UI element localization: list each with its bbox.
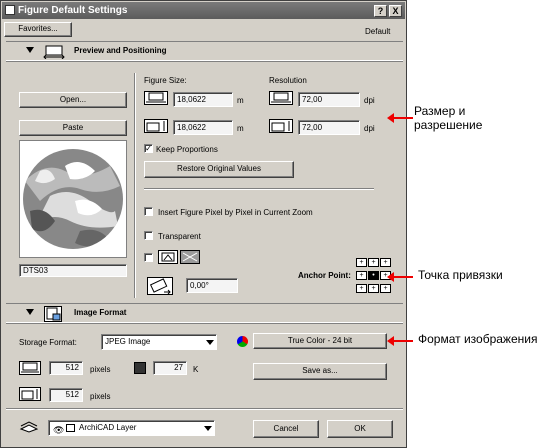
ok-button[interactable]: OK xyxy=(327,420,393,438)
width-unit: m xyxy=(237,96,244,105)
collapse-triangle-icon[interactable] xyxy=(26,47,34,53)
anchor-point-label: Anchor Point: xyxy=(298,271,351,280)
disk-icon xyxy=(134,362,146,374)
anchor-top-right[interactable]: + xyxy=(380,258,391,267)
preview-positioning-icon xyxy=(43,45,65,60)
figure-settings-dialog: Figure Default Settings ? X Favorites...… xyxy=(0,0,407,448)
h-resolution-icon xyxy=(269,91,293,105)
file-size-unit: K xyxy=(193,365,199,374)
anchor-bottom-right[interactable]: + xyxy=(380,284,391,293)
image-format-section-header[interactable]: Image Format xyxy=(6,303,403,323)
anchor-point-grid[interactable]: + + + + • + + + + xyxy=(356,258,391,296)
paste-button[interactable]: Paste xyxy=(19,120,127,136)
file-size-field: 27 xyxy=(153,361,187,375)
close-button[interactable]: X xyxy=(389,5,402,17)
height-icon xyxy=(144,119,168,133)
anchor-center[interactable]: • xyxy=(368,271,379,280)
v-resolution-unit: dpi xyxy=(364,124,375,133)
pixel-height-unit: pixels xyxy=(90,392,111,401)
transparent-checkbox[interactable] xyxy=(144,231,153,240)
preview-section-header[interactable]: Preview and Positioning xyxy=(6,41,403,61)
filename-field: DTS03 xyxy=(19,264,127,277)
storage-format-select[interactable]: JPEG Image xyxy=(101,334,217,350)
default-label: Default xyxy=(365,27,391,36)
figure-size-label: Figure Size: xyxy=(144,76,187,85)
layer-value: ArchiCAD Layer xyxy=(79,423,137,432)
anchor-middle-left[interactable]: + xyxy=(356,271,367,280)
preview-section-title: Preview and Positioning xyxy=(74,46,167,55)
transparent-label: Transparent xyxy=(158,232,201,241)
v-resolution-icon xyxy=(269,119,293,133)
app-icon xyxy=(5,5,15,15)
pixel-width-field: 512 xyxy=(49,361,83,375)
pixel-height-icon xyxy=(19,387,41,401)
pixel-height-field: 512 xyxy=(49,388,83,402)
title-bar: Figure Default Settings ? X xyxy=(2,2,405,19)
resolution-label: Resolution xyxy=(269,76,307,85)
anchor-bottom-center[interactable]: + xyxy=(368,284,379,293)
keep-proportions-checkbox[interactable]: ✓ xyxy=(144,144,153,153)
image-preview xyxy=(19,140,127,258)
storage-format-label: Storage Format: xyxy=(19,338,77,347)
h-resolution-unit: dpi xyxy=(364,96,375,105)
column-divider xyxy=(134,73,136,298)
anchor-top-left[interactable]: + xyxy=(356,258,367,267)
image-format-arrow xyxy=(387,336,413,346)
help-button[interactable]: ? xyxy=(374,5,387,17)
insert-pixel-label: Insert Figure Pixel by Pixel in Current … xyxy=(158,208,313,217)
window-title: Figure Default Settings xyxy=(18,5,128,16)
size-resolution-arrow xyxy=(387,113,413,123)
layer-stack-icon xyxy=(19,421,39,433)
pixel-width-icon xyxy=(19,361,41,375)
open-button[interactable]: Open... xyxy=(19,92,127,108)
image-format-icon xyxy=(44,306,62,322)
mirror-checkbox[interactable] xyxy=(144,253,153,262)
eye-icon: 👁 xyxy=(53,425,65,435)
height-unit: m xyxy=(237,124,244,133)
rotation-angle-icon xyxy=(147,277,173,295)
image-format-annotation: Формат изображения xyxy=(418,332,538,346)
anchor-bottom-left[interactable]: + xyxy=(356,284,367,293)
layer-select[interactable]: 👁 ArchiCAD Layer xyxy=(48,420,215,436)
figure-height-input[interactable]: 18,0622 xyxy=(173,120,233,135)
keep-proportions-label: Keep Proportions xyxy=(156,145,218,154)
chevron-down-icon[interactable] xyxy=(204,426,212,431)
anchor-top-center[interactable]: + xyxy=(368,258,379,267)
insert-pixel-checkbox[interactable] xyxy=(144,207,153,216)
save-as-button[interactable]: Save as... xyxy=(253,363,387,380)
pixel-width-unit: pixels xyxy=(90,365,111,374)
rotation-angle-input[interactable]: 0,00° xyxy=(186,278,238,293)
figure-width-input[interactable]: 18,0622 xyxy=(173,92,233,107)
color-depth-button[interactable]: True Color - 24 bit xyxy=(253,333,387,349)
layer-icon xyxy=(66,424,75,432)
h-resolution-input[interactable]: 72,00 xyxy=(298,92,360,107)
image-format-section-title: Image Format xyxy=(74,308,127,317)
anchor-point-annotation: Точка привязки xyxy=(418,268,503,282)
anchor-point-arrow xyxy=(387,272,413,282)
mirrored-figure-icon xyxy=(180,250,200,264)
restore-original-values-button[interactable]: Restore Original Values xyxy=(144,161,294,178)
v-resolution-input[interactable]: 72,00 xyxy=(298,120,360,135)
collapse-triangle-icon[interactable] xyxy=(26,309,34,315)
chevron-down-icon[interactable] xyxy=(206,340,214,345)
bottom-divider xyxy=(6,408,403,410)
width-icon xyxy=(144,91,168,105)
favorites-button[interactable]: Favorites... xyxy=(4,22,72,37)
storage-format-value: JPEG Image xyxy=(105,337,151,346)
cancel-button[interactable]: Cancel xyxy=(253,420,319,438)
color-wheel-icon xyxy=(237,336,248,347)
options-divider xyxy=(144,188,374,190)
mirror-figure-icon xyxy=(158,250,178,264)
size-resolution-annotation: Размер и разрешение xyxy=(414,104,483,132)
